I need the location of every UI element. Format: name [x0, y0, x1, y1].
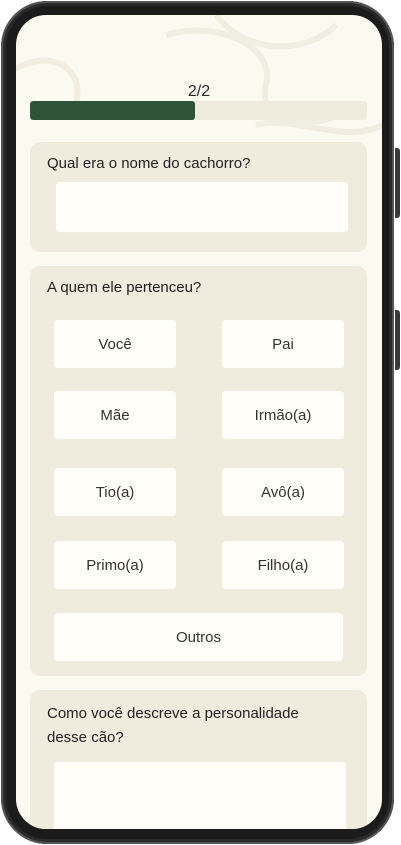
question-label: A quem ele pertenceu? — [47, 279, 202, 296]
question-card-dog-name: Qual era o nome do cachorro? — [30, 142, 367, 252]
question-card-personality: Como você descreve a personalidade desse… — [30, 690, 367, 829]
option-outros[interactable]: Outros — [54, 613, 343, 661]
option-irmao[interactable]: Irmão(a) — [222, 391, 344, 439]
dog-name-input[interactable] — [56, 182, 348, 232]
option-voce[interactable]: Você — [54, 320, 176, 368]
option-pai[interactable]: Pai — [222, 320, 344, 368]
progress-bar-fill — [30, 101, 196, 120]
question-label: Qual era o nome do cachorro? — [47, 155, 251, 172]
option-primo[interactable]: Primo(a) — [54, 541, 176, 589]
question-card-owner: A quem ele pertenceu? Você Pai Mãe Irmão… — [30, 266, 367, 676]
volume-button — [395, 148, 400, 218]
personality-textarea[interactable] — [54, 762, 346, 829]
question-label-line1: Como você descreve a personalidade — [47, 705, 299, 722]
progress-bar — [30, 101, 367, 120]
question-label-line2: desse cão? — [47, 729, 124, 746]
question-label: Como você descreve a personalidade desse… — [47, 702, 299, 750]
progress-label: 2/2 — [187, 83, 211, 100]
option-filho[interactable]: Filho(a) — [222, 541, 344, 589]
option-avo[interactable]: Avô(a) — [222, 468, 344, 516]
app-screen: 2/2 Qual era o nome do cachorro? A quem … — [16, 15, 382, 829]
option-mae[interactable]: Mãe — [54, 391, 176, 439]
option-tio[interactable]: Tio(a) — [54, 468, 176, 516]
power-button — [395, 310, 400, 370]
